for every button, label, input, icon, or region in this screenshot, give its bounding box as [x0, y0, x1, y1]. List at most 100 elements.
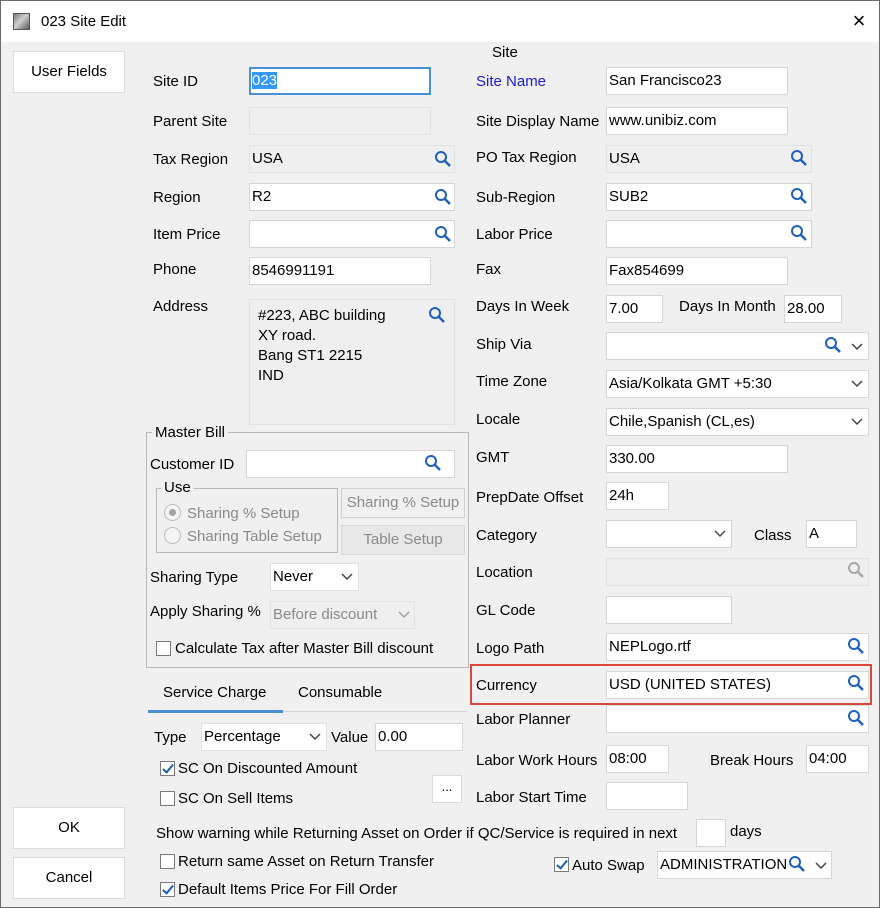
return-warning-days-input[interactable]: [696, 819, 726, 847]
break-hours-input[interactable]: 04:00: [806, 745, 869, 773]
region-search-icon[interactable]: [431, 185, 455, 209]
logo-path-label: Logo Path: [476, 640, 545, 657]
class-input[interactable]: A: [806, 520, 857, 548]
prepdate-offset-input[interactable]: 24h: [606, 482, 669, 510]
phone-input[interactable]: 8546991191: [249, 257, 431, 285]
site-name-input[interactable]: San Francisco23: [606, 67, 788, 95]
tab-divider: [283, 711, 467, 712]
auto-swap-search-icon[interactable]: [785, 852, 809, 876]
customer-id-search-icon[interactable]: [421, 451, 445, 475]
sc-sell-label: SC On Sell Items: [178, 790, 294, 807]
return-same-asset-checkbox[interactable]: [160, 854, 175, 869]
labor-planner-label: Labor Planner: [476, 711, 571, 728]
sc-value-input[interactable]: 0.00: [375, 723, 463, 751]
section-title: Site: [492, 44, 518, 61]
sharing-percent-radio[interactable]: [164, 504, 181, 521]
tax-region-input[interactable]: USA: [249, 145, 455, 173]
labor-planner-search-icon[interactable]: [844, 706, 868, 730]
address-search-icon[interactable]: [425, 303, 449, 327]
labor-price-search-icon[interactable]: [787, 221, 811, 245]
po-tax-region-search-icon[interactable]: [787, 146, 811, 170]
address-line-2: XY road.: [258, 327, 317, 344]
days-in-week-input[interactable]: 7.00: [606, 295, 663, 323]
labor-planner-input[interactable]: [606, 705, 869, 733]
item-price-input[interactable]: [249, 220, 455, 248]
location-search-icon[interactable]: [844, 558, 868, 582]
category-label: Category: [476, 527, 537, 544]
return-same-asset-label: Return same Asset on Return Transfer: [178, 853, 434, 870]
parent-site-input[interactable]: [249, 107, 431, 135]
logo-path-input[interactable]: NEPLogo.rtf: [606, 633, 869, 661]
calc-tax-label: Calculate Tax after Master Bill discount: [175, 640, 434, 657]
fax-input[interactable]: Fax854699: [606, 257, 788, 285]
tab-service-charge[interactable]: Service Charge: [163, 684, 266, 701]
region-input[interactable]: R2: [249, 183, 455, 211]
labor-work-hours-label: Labor Work Hours: [476, 752, 598, 769]
auto-swap-checkbox[interactable]: [554, 857, 569, 872]
gl-code-label: GL Code: [476, 602, 536, 619]
labor-work-hours-input[interactable]: 08:00: [606, 745, 669, 773]
locale-value: Chile,Spanish (CL,es): [609, 413, 755, 430]
table-setup-button[interactable]: Table Setup: [341, 525, 465, 555]
po-tax-region-input[interactable]: USA: [606, 145, 812, 173]
days-label: days: [730, 823, 762, 840]
locale-label: Locale: [476, 411, 521, 428]
address-line-1: #223, ABC building: [258, 307, 386, 324]
sc-discounted-checkbox[interactable]: [160, 761, 175, 776]
item-price-search-icon[interactable]: [431, 222, 455, 246]
category-chevron-down-icon[interactable]: [712, 526, 728, 542]
gmt-input[interactable]: 330.00: [606, 445, 788, 473]
sharing-table-radio[interactable]: [164, 527, 181, 544]
cancel-button[interactable]: Cancel: [13, 857, 125, 899]
time-zone-select[interactable]: Asia/Kolkata GMT +5:30: [606, 370, 869, 398]
class-label: Class: [754, 527, 792, 544]
apply-sharing-select[interactable]: Before discount: [270, 601, 415, 629]
labor-price-input[interactable]: [606, 220, 812, 248]
days-in-month-input[interactable]: 28.00: [784, 295, 842, 323]
auto-swap-chevron-down-icon[interactable]: [813, 858, 829, 874]
location-input[interactable]: [606, 558, 869, 586]
close-button[interactable]: ×: [843, 5, 875, 37]
logo-path-search-icon[interactable]: [844, 634, 868, 658]
site-display-name-input[interactable]: www.unibiz.com: [606, 107, 788, 135]
time-zone-label: Time Zone: [476, 373, 548, 390]
sub-region-label: Sub-Region: [476, 189, 556, 206]
site-id-input[interactable]: 023: [249, 67, 431, 95]
sharing-table-radio-label: Sharing Table Setup: [187, 528, 322, 545]
sharing-percent-radio-label: Sharing % Setup: [187, 505, 300, 522]
locale-select[interactable]: Chile,Spanish (CL,es): [606, 408, 869, 436]
active-tab-indicator: [148, 710, 283, 713]
user-fields-button[interactable]: User Fields: [13, 51, 125, 93]
apply-sharing-label: Apply Sharing %: [150, 603, 261, 620]
default-items-price-label: Default Items Price For Fill Order: [178, 881, 398, 898]
currency-input[interactable]: USD (UNITED STATES): [606, 671, 869, 699]
ship-via-chevron-down-icon[interactable]: [849, 339, 865, 355]
item-price-label: Item Price: [153, 226, 221, 243]
location-label: Location: [476, 564, 533, 581]
auto-swap-value: ADMINISTRATION: [660, 856, 788, 873]
tax-region-search-icon[interactable]: [431, 147, 455, 171]
sc-ellipsis-label: ...: [441, 779, 453, 794]
ok-button[interactable]: OK: [13, 807, 125, 849]
sharing-percent-setup-button[interactable]: Sharing % Setup: [341, 488, 465, 518]
sc-sell-checkbox[interactable]: [160, 791, 175, 806]
sub-region-search-icon[interactable]: [787, 184, 811, 208]
apply-sharing-value: Before discount: [273, 606, 378, 623]
sub-region-input[interactable]: SUB2: [606, 183, 812, 211]
return-warning-label: Show warning while Returning Asset on Or…: [156, 825, 678, 842]
calc-tax-checkbox[interactable]: [156, 641, 171, 656]
time-zone-chevron-down-icon[interactable]: [849, 376, 865, 392]
gl-code-input[interactable]: [606, 596, 732, 624]
labor-start-time-input[interactable]: [606, 782, 688, 810]
sharing-type-chevron-down-icon[interactable]: [339, 569, 355, 585]
ship-via-search-icon[interactable]: [821, 333, 845, 357]
site-id-value: 023: [252, 72, 278, 89]
tab-consumable[interactable]: Consumable: [298, 684, 382, 701]
sc-ellipsis-button[interactable]: ...: [432, 775, 462, 803]
apply-sharing-chevron-down-icon[interactable]: [396, 607, 412, 623]
default-items-price-checkbox[interactable]: [160, 882, 175, 897]
currency-search-icon[interactable]: [844, 671, 868, 695]
po-tax-region-label: PO Tax Region: [476, 149, 577, 166]
sc-type-chevron-down-icon[interactable]: [307, 729, 323, 745]
locale-chevron-down-icon[interactable]: [849, 414, 865, 430]
